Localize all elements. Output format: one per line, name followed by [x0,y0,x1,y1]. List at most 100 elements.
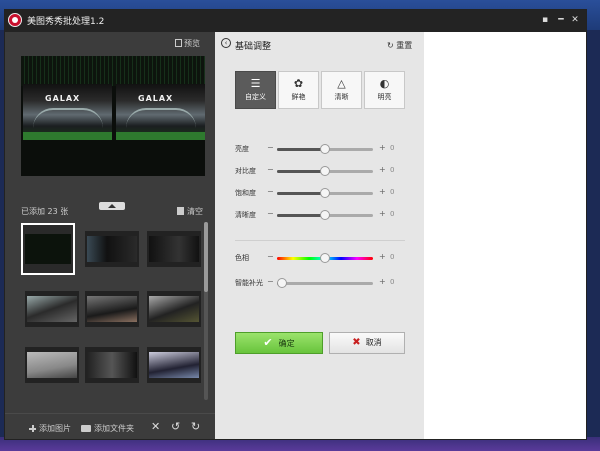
slider-value: 0 [390,188,395,196]
slider-handle[interactable] [320,144,330,154]
slider-value: 0 [390,166,395,174]
plus-icon[interactable]: + [379,143,386,152]
mode-label: 明亮 [377,93,392,101]
add-folder-button[interactable]: 添加文件夹 [81,423,134,434]
mode-clear-button[interactable]: △ 清晰 [321,71,362,109]
slider-handle[interactable] [320,253,330,263]
thumbnail-item[interactable] [147,347,201,383]
plus-icon[interactable]: + [379,277,386,286]
minus-icon[interactable]: − [267,277,274,286]
title-bar: 美图秀秀批处理1.2 ▪ ━ ✕ [5,10,586,32]
minus-icon[interactable]: − [267,187,274,196]
ground-strip [116,132,205,140]
scrollbar-thumb[interactable] [204,222,208,292]
thumbnail-item[interactable] [25,347,79,383]
slider-fill [277,170,325,173]
thumbnail-item[interactable] [85,347,139,383]
minus-icon[interactable]: − [267,209,274,218]
mode-label: 鲜艳 [291,93,306,101]
slider-label: 饱和度 [235,189,256,197]
smart-fill-light-slider[interactable] [276,278,373,288]
clear-button[interactable]: 清空 [177,206,203,217]
rotate-left-icon[interactable]: ↺ [171,421,180,432]
smart-fill-light-slider-row: 智能补光 − + 0 [235,277,405,289]
contrast-slider[interactable] [277,166,373,176]
saturation-slider-row: 饱和度 − + 0 [235,187,405,199]
section-divider [235,240,405,241]
brightness-slider-row: 亮度 − + 0 [235,143,405,155]
minus-icon[interactable]: − [267,143,274,152]
ground-strip [23,132,112,140]
slider-handle[interactable] [320,188,330,198]
collapse-preview-button[interactable] [99,202,125,210]
thumbnail-image [87,352,137,378]
reset-button[interactable]: ↻ 重置 [387,40,412,51]
plus-icon [29,425,36,432]
add-image-button[interactable]: 添加图片 [29,423,71,434]
slider-label: 智能补光 [235,279,263,287]
plus-icon[interactable]: + [379,252,386,261]
hue-slider[interactable] [277,253,373,263]
thumbnail-image [25,234,71,264]
minus-icon[interactable]: − [267,165,274,174]
back-arrow-icon[interactable]: ‹ [221,38,231,48]
confirm-button[interactable]: ✔ 确定 [235,332,323,354]
cancel-button[interactable]: ✖ 取消 [329,332,405,354]
empty-workspace [424,32,586,439]
dome-shape [126,108,196,128]
mode-vivid-button[interactable]: ✿ 鲜艳 [278,71,319,109]
mode-bright-button[interactable]: ◐ 明亮 [364,71,405,109]
preview-label: 预览 [184,39,200,48]
plus-icon[interactable]: + [379,165,386,174]
slider-handle[interactable] [320,166,330,176]
thumbnail-grid [21,223,207,403]
thumbnail-item[interactable] [147,291,201,327]
slider-fill [277,214,325,217]
slider-value: 0 [390,278,395,286]
clear-label: 清空 [187,207,203,216]
add-folder-label: 添加文件夹 [94,424,134,433]
delete-icon[interactable]: ✕ [151,421,160,432]
basic-adjust-panel: ‹ 基础调整 ↻ 重置 ☰ 自定义 ✿ 鲜艳 △ 清晰 ◐ 明亮 亮度 − + … [215,32,424,439]
added-count: 已添加 23 张 [21,207,69,216]
plus-icon[interactable]: + [379,209,386,218]
thumbnail-item[interactable] [85,231,139,267]
preview-noise [21,56,205,86]
saturation-slider[interactable] [277,188,373,198]
window-title: 美图秀秀批处理1.2 [27,17,105,27]
slider-value: 0 [390,210,395,218]
slider-handle[interactable] [320,210,330,220]
brand-logo: GALAX [45,94,81,103]
slider-label: 对比度 [235,167,256,175]
mode-label: 清晰 [334,93,349,101]
document-icon [175,39,182,47]
thumbnail-item[interactable] [21,223,75,275]
thumbnail-image [149,236,199,262]
sliders-icon: ☰ [250,77,261,90]
plus-icon[interactable]: + [379,187,386,196]
sharpness-slider[interactable] [277,210,373,220]
thumbnail-item[interactable] [25,291,79,327]
cancel-label: 取消 [365,338,382,347]
rotate-right-icon[interactable]: ↻ [191,421,200,432]
thumbnail-image [27,352,77,378]
preview-left-image: GALAX [23,84,112,140]
preview-image: GALAX GALAX [21,56,205,176]
preview-button[interactable]: 预览 [175,38,200,49]
refresh-icon: ↻ [387,41,397,50]
mode-custom-button[interactable]: ☰ 自定义 [235,71,276,109]
slider-handle[interactable] [276,278,287,288]
slider-fill [277,148,325,151]
thumbnail-item[interactable] [85,291,139,327]
thumbnail-item[interactable] [147,231,201,267]
brightness-slider[interactable] [277,144,373,154]
flower-icon: ✿ [293,77,304,90]
slider-value: 0 [390,144,395,152]
close-button[interactable]: ✕ [566,12,584,28]
slider-value: 0 [390,253,395,261]
thumbnail-image [149,296,199,322]
image-toolbar: 添加图片 添加文件夹 ✕ ↺ ↻ [5,413,215,440]
minus-icon[interactable]: − [267,252,274,261]
sharpness-slider-row: 清晰度 − + 0 [235,209,405,221]
add-image-label: 添加图片 [39,424,71,433]
